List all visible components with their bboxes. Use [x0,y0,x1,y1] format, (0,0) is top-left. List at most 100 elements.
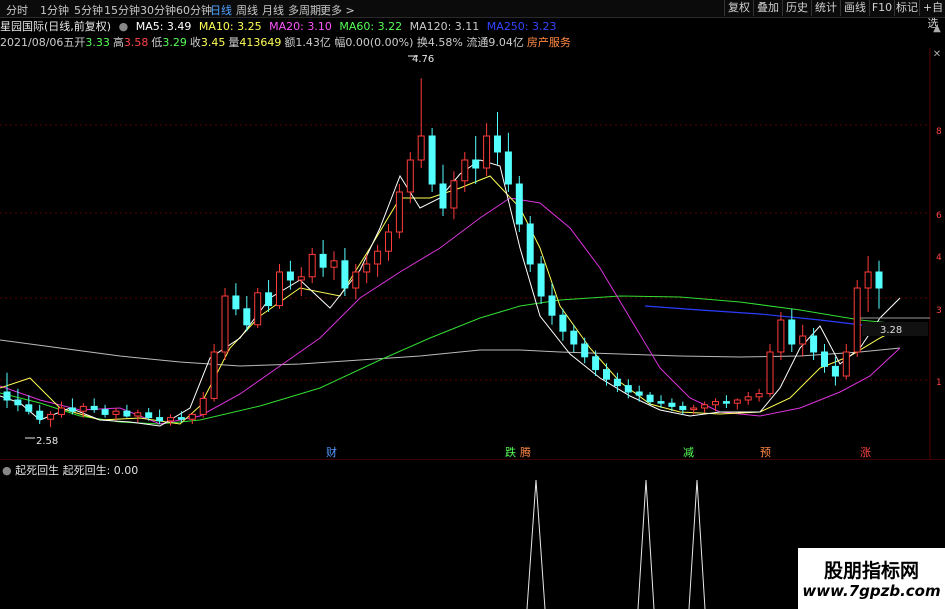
candle-body [722,401,730,404]
candle-body [385,231,392,252]
candle-body [755,393,763,398]
candle-body [352,271,360,289]
candle-body [472,159,480,169]
event-tag-zhang[interactable]: 涨 [860,446,871,459]
candle-body [25,404,33,412]
event-tag-cai[interactable]: 财 [326,445,337,459]
candle-body [788,319,796,345]
tab-fenshi[interactable]: 分时 [6,2,28,18]
scroll-up-icon[interactable]: ▲ [930,22,944,36]
f10-button[interactable]: F10 [869,0,894,16]
ma120-label: MA120: 3.11 [409,20,480,33]
candle-body [297,276,305,281]
candle-body [428,135,436,185]
candle-body [483,135,491,169]
stock-title: 星园国际(日线,前复权) [0,20,112,33]
axis-label: 4 [936,253,942,263]
candle-body [79,405,87,412]
tab-multi-period[interactable]: 多周期 [288,2,321,18]
candle-body [221,295,229,353]
candle-body [504,151,512,185]
candle-body [14,399,22,406]
add-watchlist-button[interactable]: +自选 [919,0,945,30]
kline-chart[interactable]: 8 6 4 3 1 4.76 2.58 3.28 财 跌 腾 减 预 涨 [0,48,945,460]
candle-body [112,410,120,415]
candle-body [875,271,883,289]
ma10-label: MA10: 3.25 [198,20,262,33]
candle-body [526,223,534,265]
candle-body [210,351,218,399]
candle-body [799,335,807,345]
candle-body [341,260,349,289]
tab-60min[interactable]: 60分钟 [176,2,212,18]
candle-body [744,396,752,401]
candle-body [810,335,818,353]
candle-body [515,183,523,225]
candle-body [592,356,600,371]
crosshair-price: 3.28 [880,325,902,336]
tab-15min[interactable]: 15分钟 [104,2,140,18]
watermark-url: www.7gpzb.com [802,582,941,600]
candle-body [123,410,131,417]
candle-body [156,417,164,422]
tab-monthly[interactable]: 月线 [262,2,284,18]
event-tag-die[interactable]: 跌 [505,445,516,459]
candle-body [821,351,828,367]
ma120-line [0,339,901,367]
candle-body [537,263,545,297]
tab-5min[interactable]: 5分钟 [74,2,103,18]
candle-body [134,412,142,417]
candle-body [603,369,610,380]
history-button[interactable]: 历史 [782,0,811,16]
draw-line-button[interactable]: 画线 [840,0,869,16]
candle-body [635,391,643,396]
ma250-line [644,305,901,328]
axis-label: 1 [936,378,942,388]
mark-button[interactable]: 标记 [894,0,919,16]
candle-body [657,401,665,404]
signal-spike [637,479,655,609]
event-tag-yu[interactable]: 预 [760,446,771,459]
candle-body [679,405,687,411]
tab-daily[interactable]: 日线 [210,2,232,18]
ma5-line [0,159,901,427]
candle-body [330,260,338,268]
ma-legend-row: 星园国际(日线,前复权) ● MA5: 3.49 MA10: 3.25 MA20… [0,18,561,33]
candle-body [461,159,469,182]
candle-body [864,271,872,289]
candle-body [265,292,273,307]
candle-body [690,407,698,411]
candle-body [646,394,654,403]
candle-body [733,399,741,404]
fuquan-button[interactable]: 复权 [724,0,753,16]
tab-1min[interactable]: 1分钟 [40,2,69,18]
ma20-label: MA20: 3.10 [269,20,332,33]
ma250-label: MA250: 3.23 [486,20,557,33]
tab-more[interactable]: 更多 > [320,2,355,18]
candle-body [559,314,567,332]
event-tag-jian[interactable]: 减 [683,446,694,459]
candle-body [766,351,774,395]
candle-body [701,404,709,409]
overlay-button[interactable]: 叠加 [753,0,782,16]
stats-button[interactable]: 统计 [811,0,840,16]
candle-body [417,135,425,161]
candle-body [777,319,785,353]
candle-body [254,292,262,326]
event-tag-teng[interactable]: 腾 [520,445,531,459]
period-tab-bar: 分时 1分钟 5分钟 15分钟 30分钟 60分钟 日线 周线 月线 多周期 更… [0,0,945,30]
candle-body [613,378,621,387]
candle-body [712,401,719,406]
candle-body [47,413,55,420]
ma5-label: MA5: 3.49 [135,20,192,33]
candle-body [276,271,283,307]
candle-body [831,365,839,377]
candle-body [145,412,153,419]
tab-weekly[interactable]: 周线 [236,2,258,18]
candle-body [439,183,447,209]
candle-body [167,417,174,422]
ohlc-info-row: 2021/08/06五开3.33 高3.58 低3.29 收3.45 量413649 额1… [0,34,571,49]
candle-body [68,407,76,412]
tab-30min[interactable]: 30分钟 [140,2,176,18]
settings-icon[interactable]: ● [119,20,129,33]
